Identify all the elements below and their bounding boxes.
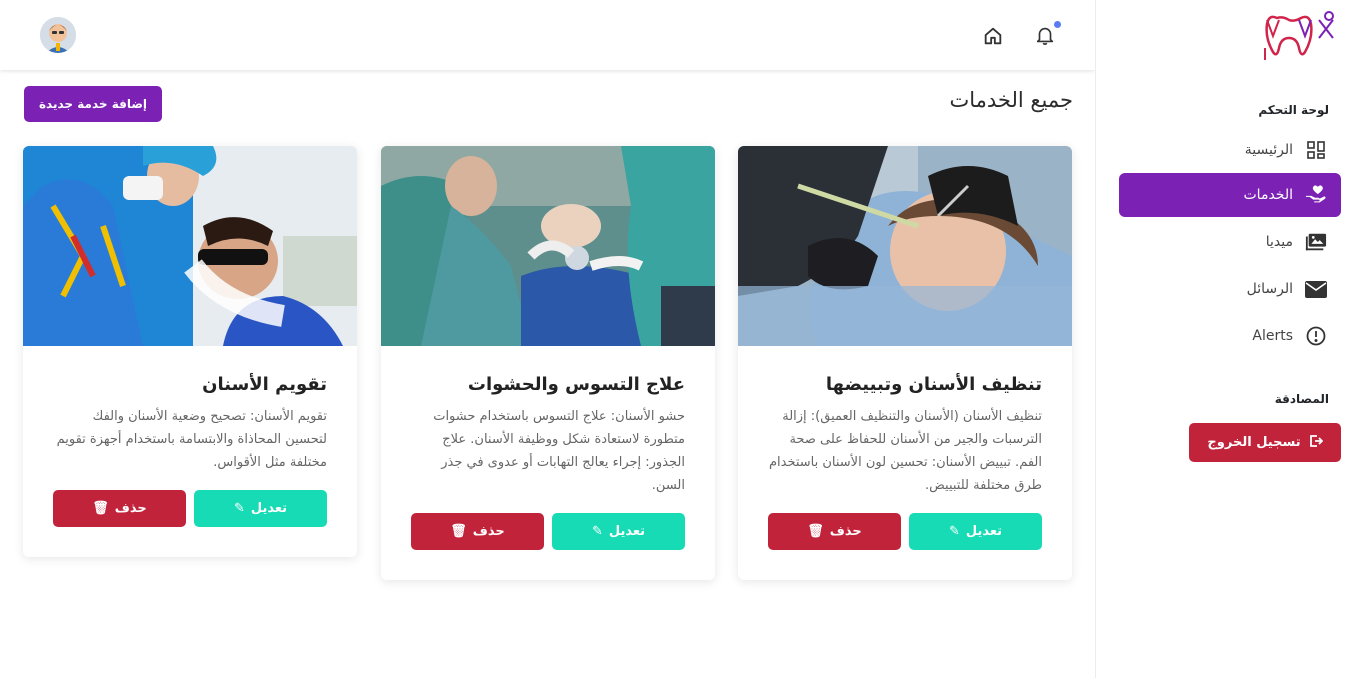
page-title: جميع الخدمات xyxy=(949,88,1073,112)
edit-button[interactable]: تعديل ✎ xyxy=(909,513,1042,550)
envelope-icon xyxy=(1305,278,1327,300)
edit-icon: ✎ xyxy=(591,524,603,539)
trash-icon: 🗑 xyxy=(92,501,109,516)
service-photo-cleaning xyxy=(738,146,1072,346)
service-description: تقويم الأسنان: تصحيح وضعية الأسنان والفك… xyxy=(56,409,327,470)
sidebar-item-alerts[interactable]: Alerts xyxy=(1119,314,1341,358)
service-title: تقويم الأسنان xyxy=(202,374,327,395)
section-title-dashboard: لوحة التحكم xyxy=(1258,103,1329,117)
edit-label: تعديل xyxy=(608,524,646,539)
sidebar-item-label: ميديا xyxy=(1265,234,1293,250)
delete-button[interactable]: حذف 🗑 xyxy=(768,513,901,550)
delete-label: حذف xyxy=(114,501,147,516)
service-photo-fillings xyxy=(381,146,715,346)
add-service-button[interactable]: إضافة خدمة جديدة xyxy=(24,86,162,122)
service-card: تنظيف الأسنان وتبييضها تنظيف الأسنان (ال… xyxy=(738,146,1072,580)
home-icon[interactable] xyxy=(982,25,1004,47)
hand-heart-icon xyxy=(1305,184,1327,206)
service-card: تقويم الأسنان تقويم الأسنان: تصحيح وضعية… xyxy=(23,146,357,557)
sidebar-item-media[interactable]: ميديا xyxy=(1119,220,1341,264)
sidebar-item-home[interactable]: الرئيسية xyxy=(1119,128,1341,172)
sidebar-item-label: الرئيسية xyxy=(1244,142,1293,158)
delete-button[interactable]: حذف 🗑 xyxy=(53,490,186,527)
top-navbar xyxy=(0,0,1095,70)
sidebar: لوحة التحكم الرئيسية الخدمات ميديا الرسا… xyxy=(1095,0,1365,678)
edit-icon: ✎ xyxy=(948,524,960,539)
section-title-auth: المصادقة xyxy=(1274,392,1329,406)
service-description: تنظيف الأسنان (الأسنان والتنظيف العميق):… xyxy=(768,409,1042,493)
logout-label: تسجيل الخروج xyxy=(1207,435,1301,450)
service-card: علاج التسوس والحشوات حشو الأسنان: علاج ا… xyxy=(381,146,715,580)
user-avatar[interactable] xyxy=(40,17,76,53)
alert-circle-icon xyxy=(1305,325,1327,347)
notification-dot xyxy=(1054,21,1061,28)
service-photo-orthodontics xyxy=(23,146,357,346)
sidebar-item-messages[interactable]: الرسائل xyxy=(1119,267,1341,311)
trash-icon: 🗑 xyxy=(450,524,467,539)
notifications-bell-icon[interactable] xyxy=(1034,21,1061,46)
service-title: تنظيف الأسنان وتبييضها xyxy=(825,374,1042,395)
sidebar-item-services[interactable]: الخدمات xyxy=(1119,173,1341,217)
edit-label: تعديل xyxy=(965,524,1003,539)
delete-label: حذف xyxy=(472,524,505,539)
edit-icon: ✎ xyxy=(233,501,245,516)
sidebar-item-label: الخدمات xyxy=(1243,187,1294,203)
logout-button[interactable]: تسجيل الخروج xyxy=(1189,423,1341,462)
service-description: حشو الأسنان: علاج التسوس باستخدام حشوات … xyxy=(433,409,685,493)
edit-button[interactable]: تعديل ✎ xyxy=(194,490,327,527)
sidebar-item-label: الرسائل xyxy=(1246,281,1293,297)
trash-icon: 🗑 xyxy=(807,524,824,539)
dental-logo xyxy=(1259,8,1339,64)
delete-label: حذف xyxy=(829,524,862,539)
images-icon xyxy=(1305,231,1327,253)
edit-button[interactable]: تعديل ✎ xyxy=(552,513,685,550)
service-title: علاج التسوس والحشوات xyxy=(467,374,685,395)
delete-button[interactable]: حذف 🗑 xyxy=(411,513,544,550)
grid-icon xyxy=(1305,139,1327,161)
edit-label: تعديل xyxy=(250,501,288,516)
sign-out-icon xyxy=(1309,434,1323,452)
sidebar-item-label: Alerts xyxy=(1252,328,1293,344)
